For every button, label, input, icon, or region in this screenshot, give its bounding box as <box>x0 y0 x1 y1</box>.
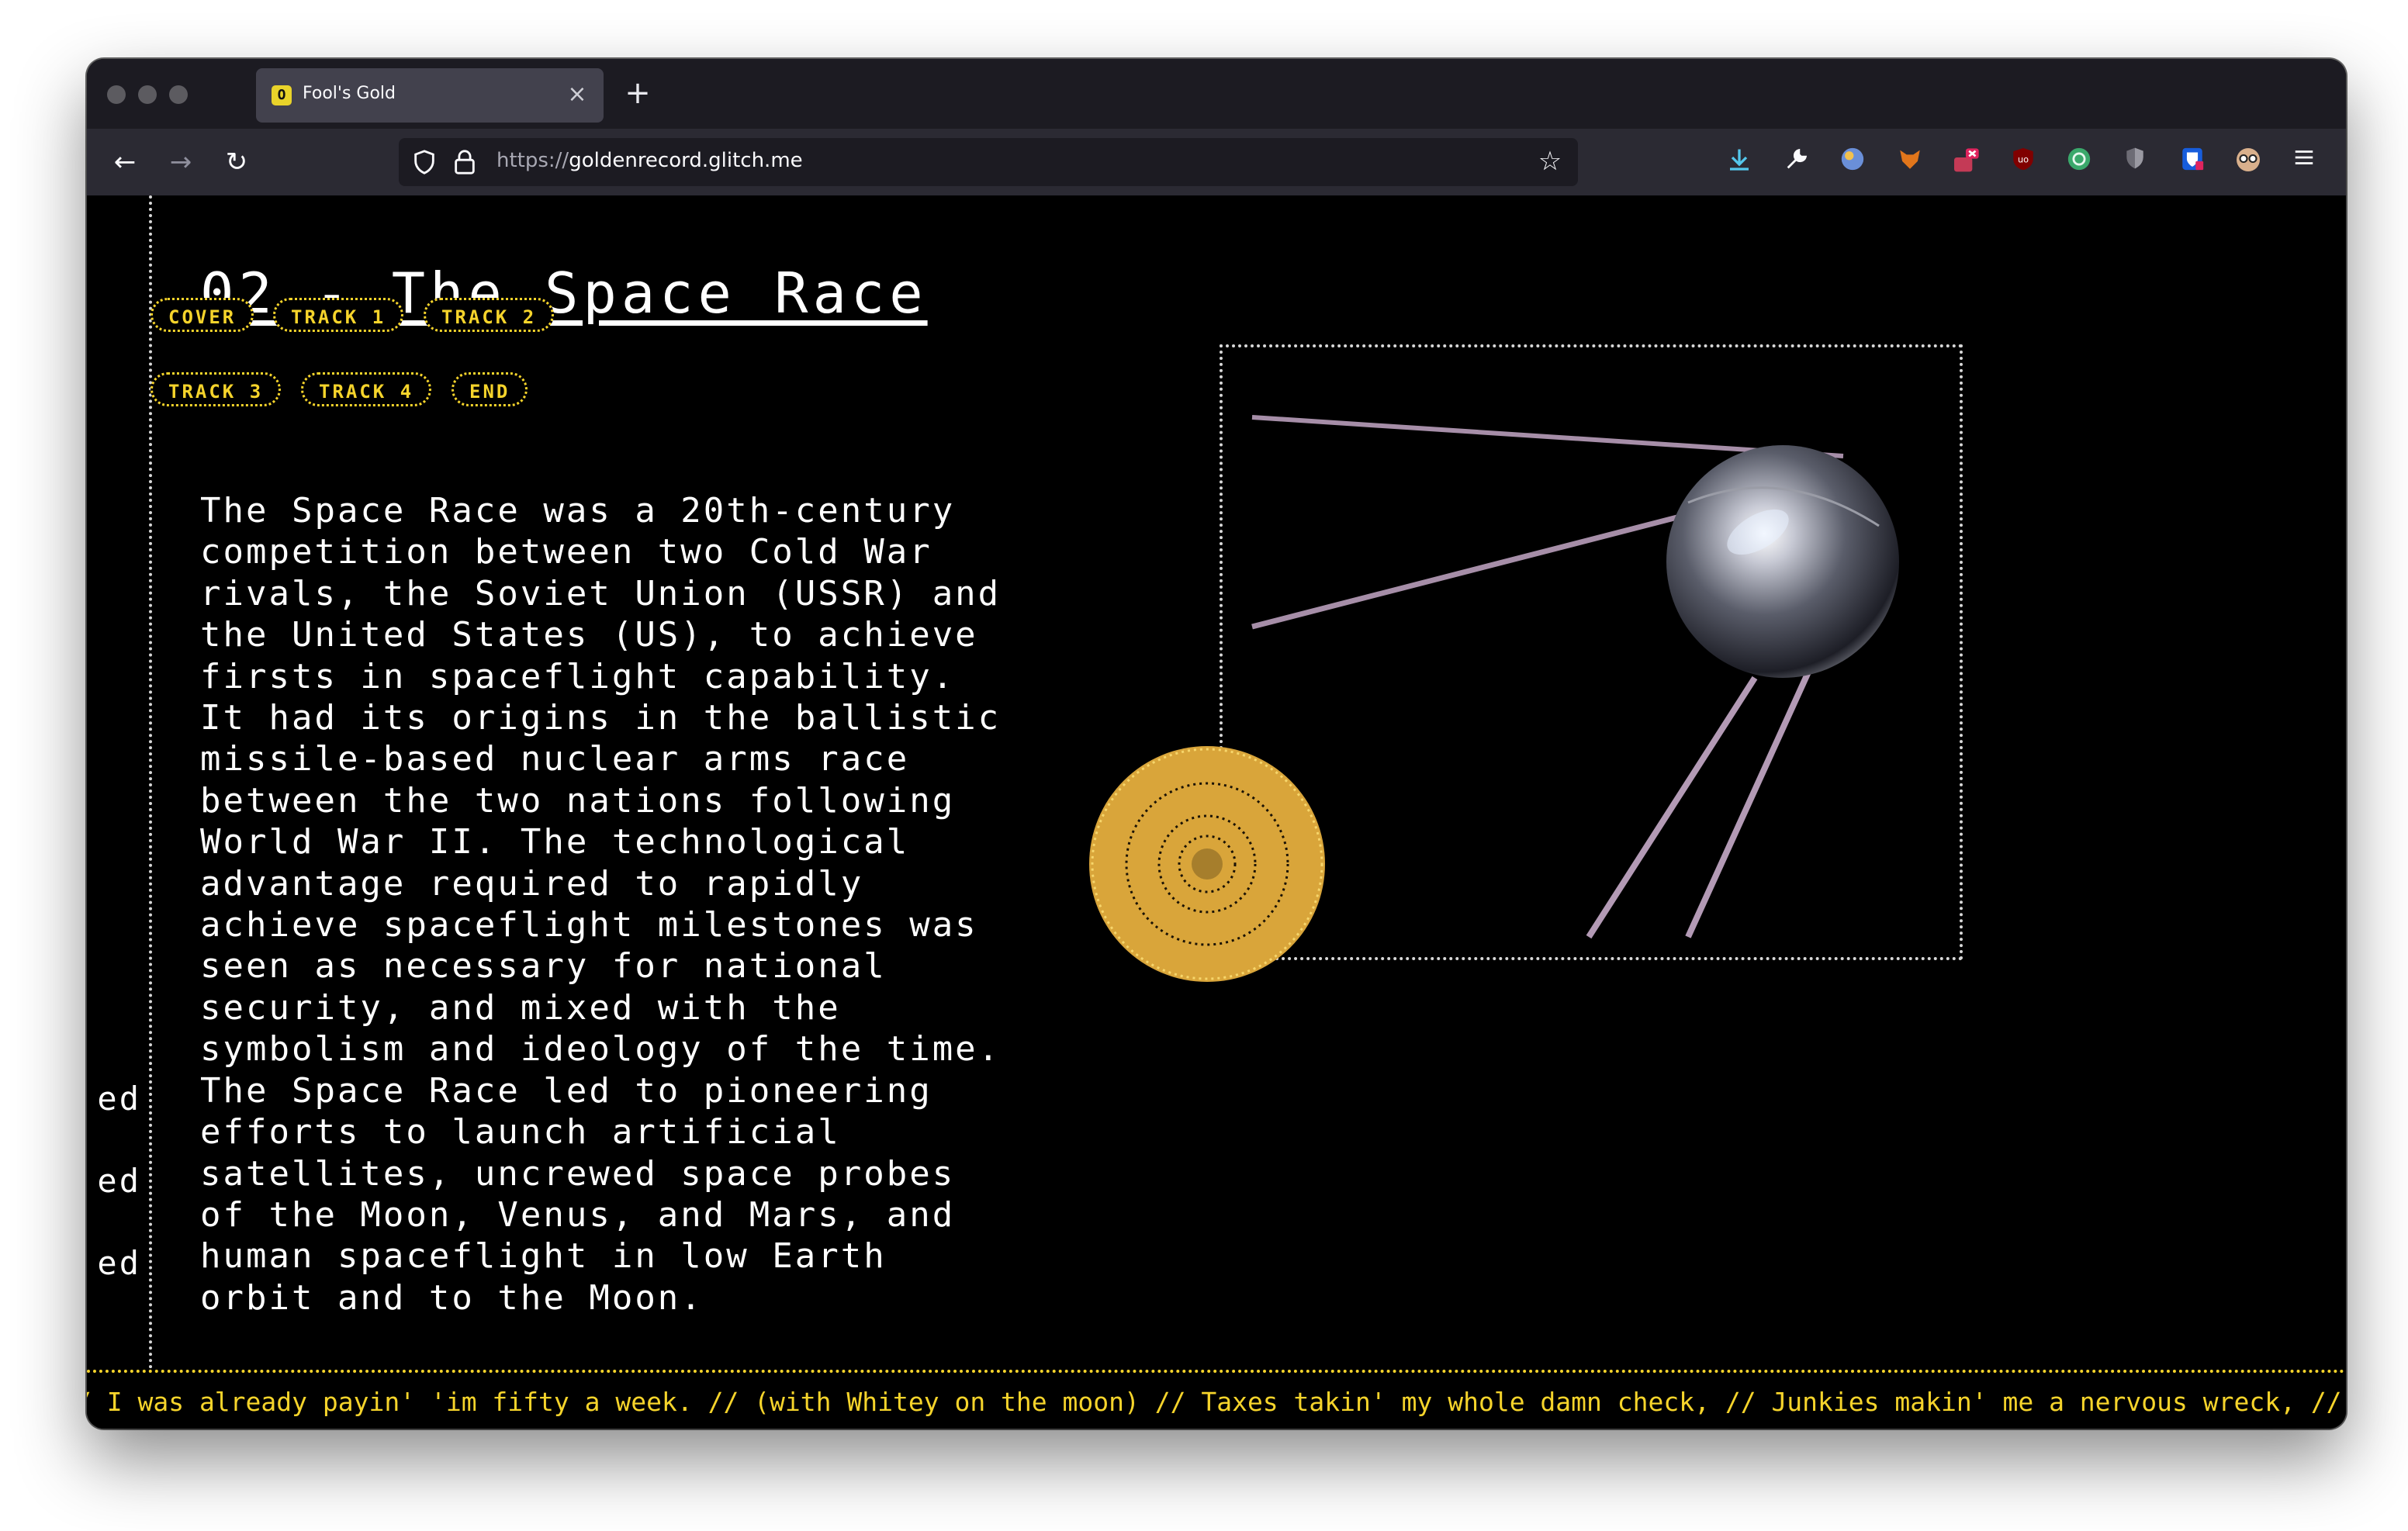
ticker-text: / I was already payin' 'im fifty a week.… <box>87 1387 2346 1417</box>
browser-tab[interactable]: O Fool's Gold × <box>256 68 604 123</box>
sputnik-satellite-image <box>1251 415 1899 939</box>
ublock-icon[interactable]: uo <box>2008 146 2039 177</box>
url-host: goldenrecord.glitch.me <box>569 149 803 172</box>
menu-icon[interactable] <box>2289 146 2320 177</box>
browser-window: O Fool's Gold × + ← → ↻ https://goldenre… <box>87 59 2346 1429</box>
page-content: ed ed ed 02 - The Space Race COVER TRACK… <box>87 195 2346 1429</box>
reload-button[interactable]: ↻ <box>219 144 254 180</box>
nav-pill-track-4[interactable]: TRACK 4 <box>301 372 432 406</box>
side-divider <box>149 195 152 1370</box>
nav-pill-track-2[interactable]: TRACK 2 <box>424 298 555 332</box>
glasses-icon[interactable] <box>2233 146 2264 177</box>
url-scheme: https:// <box>496 149 569 172</box>
download-icon[interactable] <box>1724 146 1755 177</box>
tab-close-button[interactable]: × <box>562 79 593 110</box>
nav-pill-cover[interactable]: COVER <box>150 298 254 332</box>
address-bar[interactable]: https://goldenrecord.glitch.me ☆ <box>399 138 1578 186</box>
fox-icon[interactable] <box>1894 146 1925 177</box>
bitwarden-icon[interactable] <box>2177 146 2208 177</box>
side-fragment: ed <box>97 1244 141 1282</box>
article-body: The Space Race was a 20th-century compet… <box>200 491 1002 1318</box>
sync-icon[interactable] <box>2064 146 2095 177</box>
nav-pill-end[interactable]: END <box>452 372 528 406</box>
close-window-button[interactable] <box>107 85 126 104</box>
sputnik-image-frame <box>1220 344 1963 960</box>
lock-icon[interactable] <box>453 149 476 175</box>
zoom-window-button[interactable] <box>169 85 188 104</box>
side-fragment: ed <box>97 1162 141 1200</box>
svg-text:uo: uo <box>2018 154 2029 164</box>
tab-strip: O Fool's Gold × + <box>87 59 2346 129</box>
lyrics-ticker: / I was already payin' 'im fifty a week.… <box>87 1370 2346 1429</box>
url-text[interactable]: https://goldenrecord.glitch.me <box>496 149 803 172</box>
forward-button[interactable]: → <box>163 144 199 180</box>
wrench-icon[interactable] <box>1781 146 1812 177</box>
nav-pill-track-3[interactable]: TRACK 3 <box>150 372 282 406</box>
shield-icon[interactable] <box>2119 146 2150 177</box>
globe-icon[interactable] <box>1837 146 1868 177</box>
tab-title: Fool's Gold <box>303 84 396 103</box>
back-button[interactable]: ← <box>107 144 143 180</box>
tracking-shield-icon[interactable] <box>411 149 438 175</box>
nav-pill-track-1[interactable]: TRACK 1 <box>273 298 404 332</box>
tab-favicon-icon: O <box>272 85 292 105</box>
side-fragment: ed <box>97 1080 141 1118</box>
bookmark-star-icon[interactable]: ☆ <box>1534 146 1566 177</box>
new-tab-button[interactable]: + <box>619 76 656 113</box>
extension-badge-icon[interactable] <box>1950 146 1981 177</box>
navigation-toolbar: ← → ↻ https://goldenrecord.glitch.me ☆ u… <box>87 129 2346 195</box>
golden-record-icon <box>1089 746 1325 982</box>
minimize-window-button[interactable] <box>138 85 157 104</box>
